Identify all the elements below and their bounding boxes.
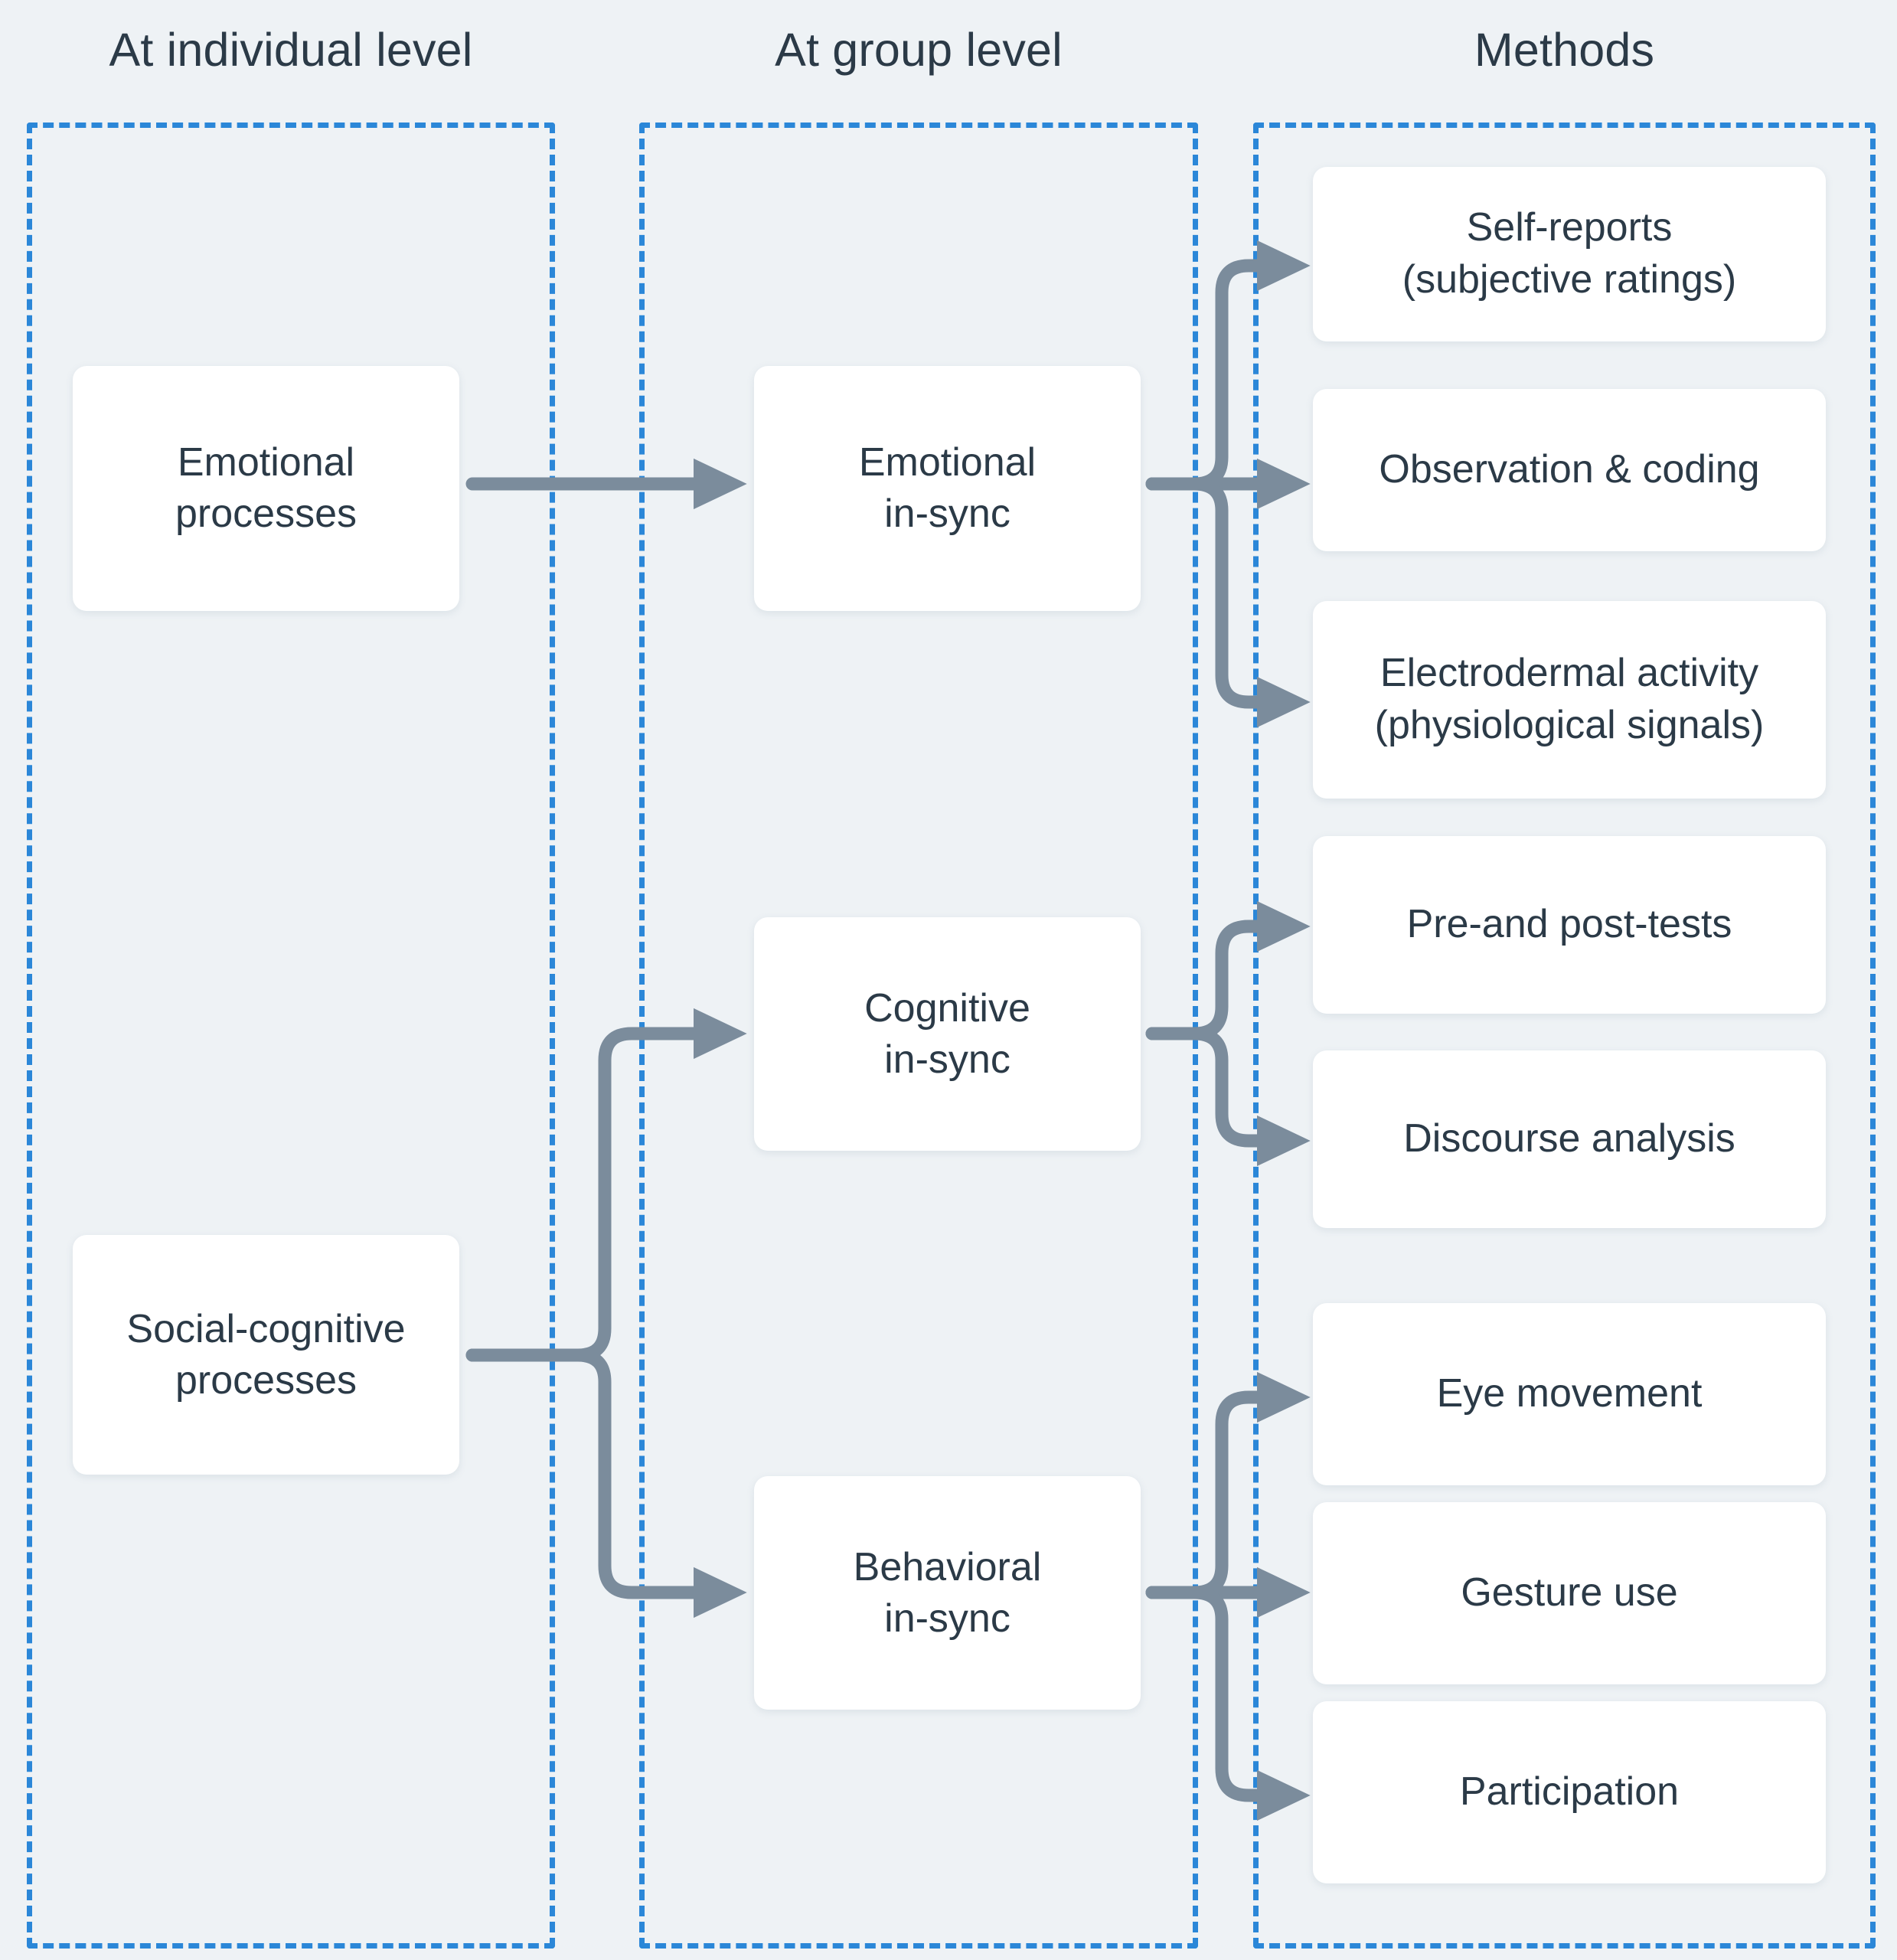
node-gesture-use-label: Gesture use [1461,1570,1678,1615]
node-self-reports-label: Self-reports (subjective ratings) [1402,205,1737,302]
column-header-group: At group level [639,23,1198,77]
diagram-canvas: At individual level At group level Metho… [0,0,1897,1960]
node-self-reports[interactable]: Self-reports (subjective ratings) [1313,167,1826,341]
node-discourse-analysis-label: Discourse analysis [1403,1116,1735,1161]
node-social-cognitive-processes[interactable]: Social-cognitive processes [73,1235,459,1475]
column-header-individual-label: At individual level [109,24,473,76]
node-emotional-processes[interactable]: Emotional processes [73,366,459,611]
node-social-cognitive-processes-label: Social-cognitive processes [126,1306,406,1403]
node-observation-coding-label: Observation & coding [1379,447,1760,492]
node-behavioral-in-sync[interactable]: Behavioral in-sync [754,1476,1141,1710]
node-gesture-use[interactable]: Gesture use [1313,1502,1826,1684]
node-eye-movement-label: Eye movement [1436,1371,1703,1416]
column-header-methods: Methods [1253,23,1876,77]
node-cognitive-in-sync[interactable]: Cognitive in-sync [754,917,1141,1151]
node-observation-coding[interactable]: Observation & coding [1313,389,1826,551]
node-discourse-analysis[interactable]: Discourse analysis [1313,1050,1826,1228]
node-participation[interactable]: Participation [1313,1701,1826,1883]
node-electrodermal-activity[interactable]: Electrodermal activity (physiological si… [1313,601,1826,799]
column-header-methods-label: Methods [1474,24,1655,76]
node-emotional-in-sync-label: Emotional in-sync [858,440,1037,536]
column-header-group-label: At group level [775,24,1063,76]
node-emotional-in-sync[interactable]: Emotional in-sync [754,366,1141,611]
node-eye-movement[interactable]: Eye movement [1313,1303,1826,1485]
node-pre-post-tests-label: Pre-and post-tests [1406,902,1732,947]
node-pre-post-tests[interactable]: Pre-and post-tests [1313,836,1826,1014]
node-participation-label: Participation [1459,1769,1680,1815]
node-emotional-processes-label: Emotional processes [175,440,357,536]
node-electrodermal-activity-label: Electrodermal activity (physiological si… [1374,651,1765,747]
node-cognitive-in-sync-label: Cognitive in-sync [864,985,1030,1082]
column-header-individual: At individual level [27,23,555,77]
node-behavioral-in-sync-label: Behavioral in-sync [853,1544,1042,1641]
